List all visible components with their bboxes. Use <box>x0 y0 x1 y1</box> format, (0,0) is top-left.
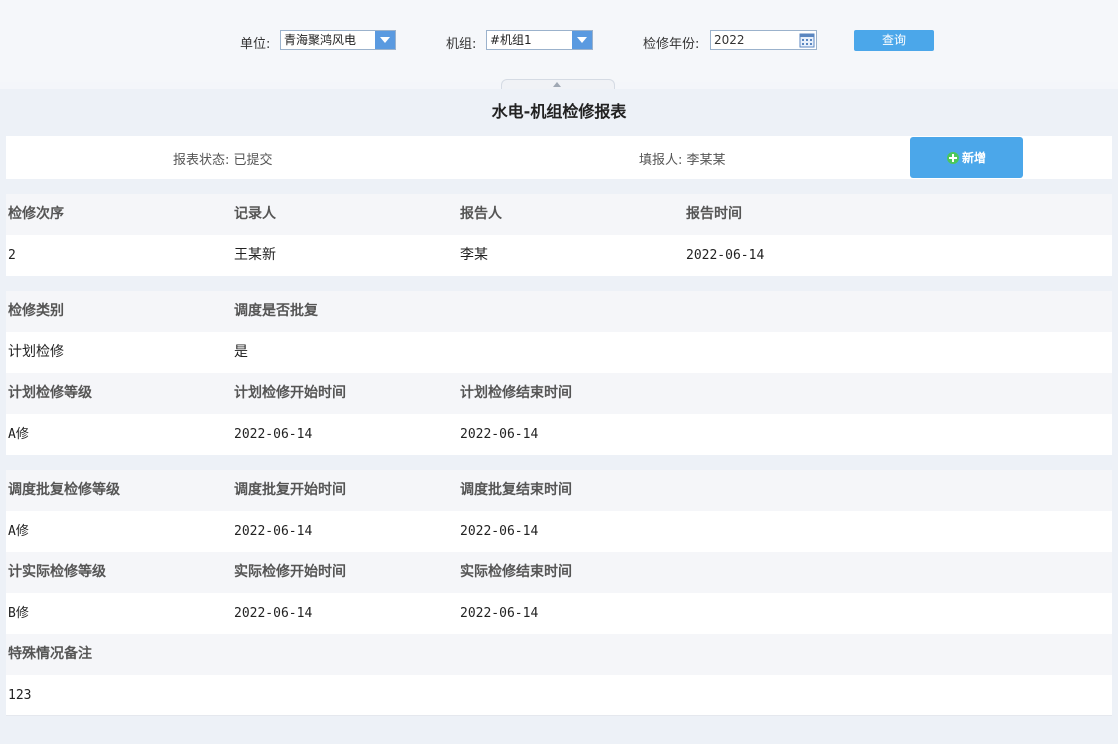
section3-value-row: A修 2022-06-14 2022-06-14 <box>6 414 1112 455</box>
section1-header-row: 检修次序 记录人 报告人 报告时间 <box>6 194 1112 235</box>
value-cell: A修 <box>8 524 29 539</box>
calendar-icon[interactable] <box>799 32 815 48</box>
add-button[interactable]: 新增 <box>910 137 1023 178</box>
value-cell: 123 <box>8 688 32 703</box>
header-cell: 计划检修等级 <box>8 385 92 401</box>
chevron-down-icon[interactable] <box>375 31 395 49</box>
header-cell: 实际检修结束时间 <box>460 564 572 580</box>
header-cell: 记录人 <box>234 206 276 222</box>
value-cell: 2022-06-14 <box>460 524 539 539</box>
header-cell: 调度批复结束时间 <box>460 482 572 498</box>
value-cell: 2022-06-14 <box>686 248 765 263</box>
value-cell: 2022-06-14 <box>460 606 539 621</box>
value-cell: 是 <box>234 344 248 360</box>
section6-value-row: 123 <box>6 675 1112 716</box>
report-title: 水电-机组检修报表 <box>491 102 627 121</box>
unit-select[interactable]: 青海聚鸿风电 <box>280 30 396 50</box>
header-cell: 计划检修开始时间 <box>234 385 346 401</box>
value-cell: 计划检修 <box>8 344 64 360</box>
section6-header-row: 特殊情况备注 <box>6 634 1112 675</box>
machine-select-value: #机组1 <box>490 33 532 47</box>
value-cell: 李某 <box>460 247 488 263</box>
section2-value-row: 计划检修 是 <box>6 332 1112 373</box>
unit-select-value: 青海聚鸿风电 <box>284 33 357 47</box>
report-filler: 填报人: 李某某 <box>639 153 726 168</box>
header-cell: 实际检修开始时间 <box>234 564 346 580</box>
section5-header-row: 计实际检修等级 实际检修开始时间 实际检修结束时间 <box>6 552 1112 593</box>
value-cell: 2022-06-14 <box>234 427 313 442</box>
section4-header-row: 调度批复检修等级 调度批复开始时间 调度批复结束时间 <box>6 470 1112 511</box>
header-cell: 调度是否批复 <box>234 303 318 319</box>
unit-label: 单位: <box>240 37 271 52</box>
value-cell: 2 <box>8 248 16 263</box>
machine-select[interactable]: #机组1 <box>486 30 593 50</box>
plus-circle-icon <box>946 151 959 164</box>
add-button-label: 新增 <box>961 151 986 165</box>
value-cell: B修 <box>8 606 29 621</box>
machine-label: 机组: <box>446 37 477 52</box>
report-status: 报表状态: 已提交 <box>173 153 273 168</box>
query-button[interactable]: 查询 <box>854 30 934 51</box>
section1-value-row: 2 王某新 李某 2022-06-14 <box>6 235 1112 276</box>
header-cell: 计划检修结束时间 <box>460 385 572 401</box>
year-input-value: 2022 <box>714 33 745 47</box>
year-input[interactable]: 2022 <box>710 30 817 50</box>
chevron-down-icon[interactable] <box>572 31 592 49</box>
value-cell: 2022-06-14 <box>234 606 313 621</box>
section4-value-row: A修 2022-06-14 2022-06-14 <box>6 511 1112 552</box>
header-cell: 检修类别 <box>8 303 64 319</box>
header-cell: 检修次序 <box>8 206 64 222</box>
value-cell: 2022-06-14 <box>460 427 539 442</box>
section5-value-row: B修 2022-06-14 2022-06-14 <box>6 593 1112 634</box>
value-cell: 2022-06-14 <box>234 524 313 539</box>
header-cell: 报告时间 <box>686 206 742 222</box>
header-cell: 计实际检修等级 <box>8 564 106 580</box>
header-cell: 调度批复开始时间 <box>234 482 346 498</box>
section2-header-row: 检修类别 调度是否批复 <box>6 291 1112 332</box>
year-label: 检修年份: <box>643 37 700 52</box>
section3-header-row: 计划检修等级 计划检修开始时间 计划检修结束时间 <box>6 373 1112 414</box>
value-cell: A修 <box>8 427 29 442</box>
value-cell: 王某新 <box>234 247 276 263</box>
header-cell: 报告人 <box>460 206 502 222</box>
divider <box>6 715 1112 716</box>
header-cell: 特殊情况备注 <box>8 646 92 662</box>
header-cell: 调度批复检修等级 <box>8 482 120 498</box>
filter-bar: 单位: 青海聚鸿风电 机组: #机组1 检修年份: 2022 查询 <box>0 0 1118 82</box>
